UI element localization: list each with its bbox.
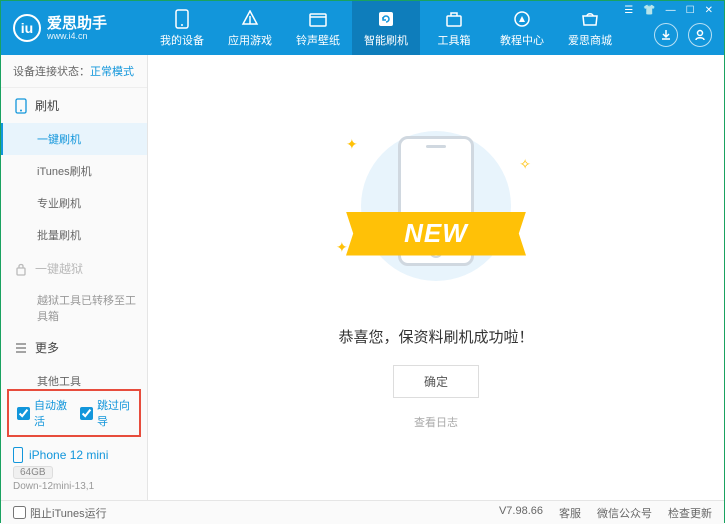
- version-label: V7.98.66: [499, 505, 543, 521]
- view-log-link[interactable]: 查看日志: [414, 414, 458, 430]
- sidebar-section-jailbreak[interactable]: 一键越狱: [1, 251, 147, 286]
- device-name: iPhone 12 mini: [13, 447, 135, 463]
- nav-my-device[interactable]: 我的设备: [148, 1, 216, 55]
- checkbox-block-itunes[interactable]: 阻止iTunes运行: [13, 505, 107, 521]
- logo-icon: iu: [13, 14, 41, 42]
- wechat-link[interactable]: 微信公众号: [597, 505, 652, 521]
- customer-service-link[interactable]: 客服: [559, 505, 581, 521]
- sidebar-item-batch-flash[interactable]: 批量刷机: [1, 219, 147, 251]
- device-storage: 64GB: [13, 466, 53, 479]
- device-model-info: Down-12mini-13,1: [13, 481, 135, 492]
- check-update-link[interactable]: 检查更新: [668, 505, 712, 521]
- sidebar-section-more[interactable]: 更多: [1, 330, 147, 365]
- nav-toolbox[interactable]: 工具箱: [420, 1, 488, 55]
- success-message: 恭喜您，保资料刷机成功啦！: [338, 326, 533, 347]
- new-ribbon: NEW: [346, 212, 526, 256]
- compass-icon: [512, 9, 532, 29]
- menu-icon[interactable]: ☰: [621, 5, 636, 16]
- sidebar: 设备连接状态：正常模式 刷机 一键刷机 iTunes刷机 专业刷机 批量刷机 一…: [1, 55, 148, 500]
- app-header: iu 爱思助手 www.i4.cn 我的设备 应用游戏 铃声壁纸 智能刷机 工具…: [1, 1, 724, 55]
- sidebar-item-pro-flash[interactable]: 专业刷机: [1, 187, 147, 219]
- window-controls: ☰ 👕 — ☐ ✕: [621, 5, 716, 16]
- checkbox-skip-guide[interactable]: 跳过向导: [80, 397, 131, 429]
- sidebar-item-itunes-flash[interactable]: iTunes刷机: [1, 155, 147, 187]
- status-bar: 阻止iTunes运行 V7.98.66 客服 微信公众号 检查更新: [1, 500, 724, 524]
- sidebar-section-flash[interactable]: 刷机: [1, 88, 147, 123]
- user-button[interactable]: [688, 23, 712, 47]
- nav-ringtones[interactable]: 铃声壁纸: [284, 1, 352, 55]
- sparkle-icon: ✦: [346, 136, 358, 153]
- nav-tutorials[interactable]: 教程中心: [488, 1, 556, 55]
- main-nav: 我的设备 应用游戏 铃声壁纸 智能刷机 工具箱 教程中心 爱思商城: [148, 1, 624, 55]
- refresh-icon: [376, 9, 396, 29]
- phone-icon: [172, 9, 192, 29]
- sparkle-icon: ✧: [519, 156, 531, 173]
- folder-icon: [308, 9, 328, 29]
- confirm-button[interactable]: 确定: [393, 365, 479, 398]
- main-content: ✦ ✧ ✦ NEW 恭喜您，保资料刷机成功啦！ 确定 查看日志: [148, 55, 724, 500]
- nav-apps[interactable]: 应用游戏: [216, 1, 284, 55]
- toolbox-icon: [444, 9, 464, 29]
- jailbreak-moved-note: 越狱工具已转移至工具箱: [1, 286, 147, 330]
- options-highlight-box: 自动激活 跳过向导: [7, 389, 141, 437]
- connected-device[interactable]: iPhone 12 mini 64GB Down-12mini-13,1: [1, 439, 147, 500]
- sparkle-icon: ✦: [336, 239, 348, 256]
- checkbox-auto-activate[interactable]: 自动激活: [17, 397, 68, 429]
- store-icon: [580, 9, 600, 29]
- app-url: www.i4.cn: [47, 31, 107, 41]
- sidebar-item-other-tools[interactable]: 其他工具: [1, 365, 147, 387]
- app-name: 爱思助手: [47, 16, 107, 31]
- minimize-icon[interactable]: —: [663, 5, 679, 16]
- apps-icon: [240, 9, 260, 29]
- app-logo: iu 爱思助手 www.i4.cn: [1, 14, 148, 42]
- close-icon[interactable]: ✕: [702, 5, 716, 16]
- sidebar-item-oneclick-flash[interactable]: 一键刷机: [1, 123, 147, 155]
- success-illustration: ✦ ✧ ✦ NEW: [336, 126, 536, 306]
- download-button[interactable]: [654, 23, 678, 47]
- skin-icon[interactable]: 👕: [640, 5, 658, 16]
- maximize-icon[interactable]: ☐: [683, 5, 698, 16]
- nav-store[interactable]: 爱思商城: [556, 1, 624, 55]
- nav-flash[interactable]: 智能刷机: [352, 1, 420, 55]
- connection-status: 设备连接状态：正常模式: [1, 55, 147, 88]
